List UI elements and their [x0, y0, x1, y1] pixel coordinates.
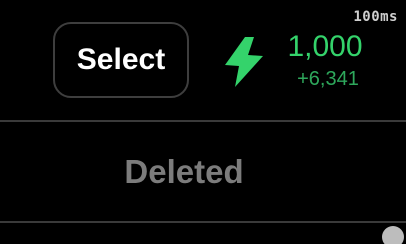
balance-delta: +6,341 — [297, 68, 359, 90]
scroll-thumb[interactable] — [382, 226, 404, 244]
action-row: Select 1,000 +6,341 — [0, 0, 406, 120]
bottom-strip — [0, 223, 406, 244]
select-button[interactable]: Select — [53, 22, 189, 98]
status-row: Deleted — [0, 122, 406, 221]
lightning-bolt-icon — [225, 37, 263, 87]
app-frame: Select 1,000 +6,341 100ms Deleted — [0, 0, 406, 244]
timing-label: 100ms — [353, 9, 398, 25]
balance-display: 1,000 +6,341 — [280, 30, 370, 90]
balance-value: 1,000 — [287, 30, 363, 63]
status-label: Deleted — [124, 152, 244, 190]
